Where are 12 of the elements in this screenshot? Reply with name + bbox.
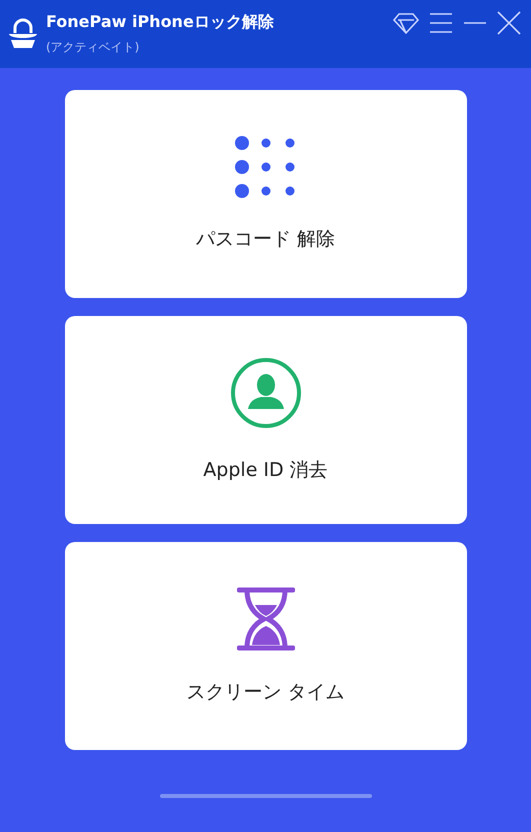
- feature-card[interactable]: スクリーン タイム: [64, 542, 466, 750]
- diamond-icon[interactable]: [393, 11, 419, 35]
- menu-icon[interactable]: [429, 11, 453, 35]
- activate-link[interactable]: (アクティベイト): [46, 39, 385, 56]
- feature-card[interactable]: Apple ID 消去: [64, 316, 466, 524]
- hourglass-icon: [236, 587, 294, 651]
- user-circle-icon: [230, 357, 302, 429]
- dot-grid-icon: [234, 136, 296, 198]
- lock-basket-icon: [8, 17, 38, 51]
- close-icon[interactable]: [497, 11, 521, 35]
- feature-card[interactable]: パスコード 解除: [64, 90, 466, 298]
- window-title: FonePaw iPhoneロック解除: [46, 12, 275, 33]
